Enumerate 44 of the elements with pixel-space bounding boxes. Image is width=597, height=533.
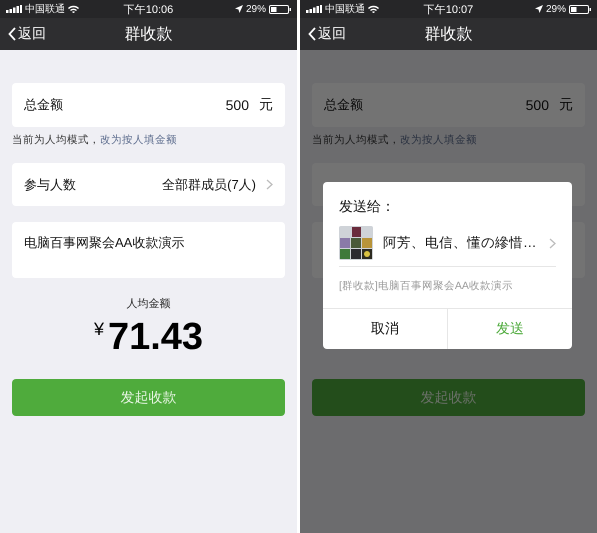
dialog-title: 发送给： [338, 197, 396, 216]
chevron-icon [549, 238, 556, 248]
mode-link[interactable]: 改为按人填金额 [100, 134, 177, 146]
wifi-icon [368, 5, 379, 13]
battery-icon [569, 4, 591, 14]
amount-row[interactable]: 总金额 500 元 [12, 83, 285, 127]
currency-symbol: ¥ [94, 319, 104, 340]
currency-unit: 元 [259, 96, 273, 114]
recipient-names: 阿芳、电信、懂の縿惜… [383, 234, 538, 252]
back-button[interactable]: 返回 [300, 24, 346, 44]
location-icon [234, 5, 243, 13]
per-person-label: 人均金额 [126, 296, 172, 312]
currency-unit: 元 [559, 96, 573, 114]
amount-value: 500 [526, 97, 549, 113]
back-chevron-icon [308, 27, 316, 41]
participants-row[interactable]: 参与人数 全部群成员(7人) [12, 163, 285, 206]
note-field[interactable]: 电脑百事网聚会AA收款演示 [12, 222, 285, 278]
page-title: 群收款 [124, 26, 172, 42]
mode-hint: 当前为人均模式， [312, 134, 400, 146]
field-label: 总金额 [324, 96, 364, 114]
signal-icon [306, 5, 322, 13]
cancel-button[interactable]: 取消 [323, 309, 447, 349]
amount-value: 500 [226, 97, 249, 113]
field-label: 参与人数 [24, 176, 77, 194]
battery-percent: 29% [546, 4, 566, 14]
carrier-name: 中国联通 [25, 2, 65, 16]
signal-icon [6, 5, 22, 13]
back-chevron-icon [8, 27, 16, 41]
message-preview: [群收款]电脑百事网聚会AA收款演示 [338, 279, 514, 294]
participants-value: 全部群成员(7人) [162, 176, 256, 194]
status-time: 下午10:07 [424, 2, 474, 16]
carrier-name: 中国联通 [325, 2, 365, 16]
status-time: 下午10:06 [124, 2, 174, 16]
page-title: 群收款 [424, 26, 472, 42]
amount-row[interactable]: 总金额 500 元 [312, 83, 585, 127]
battery-percent: 29% [246, 4, 266, 14]
back-button[interactable]: 返回 [0, 24, 46, 44]
battery-icon [269, 4, 291, 14]
field-label: 总金额 [24, 96, 64, 114]
per-person-amount: 71.43 [108, 316, 204, 358]
wifi-icon [68, 5, 79, 13]
mode-hint: 当前为人均模式， [12, 134, 100, 146]
chevron-icon [266, 179, 273, 190]
location-icon [534, 5, 543, 13]
